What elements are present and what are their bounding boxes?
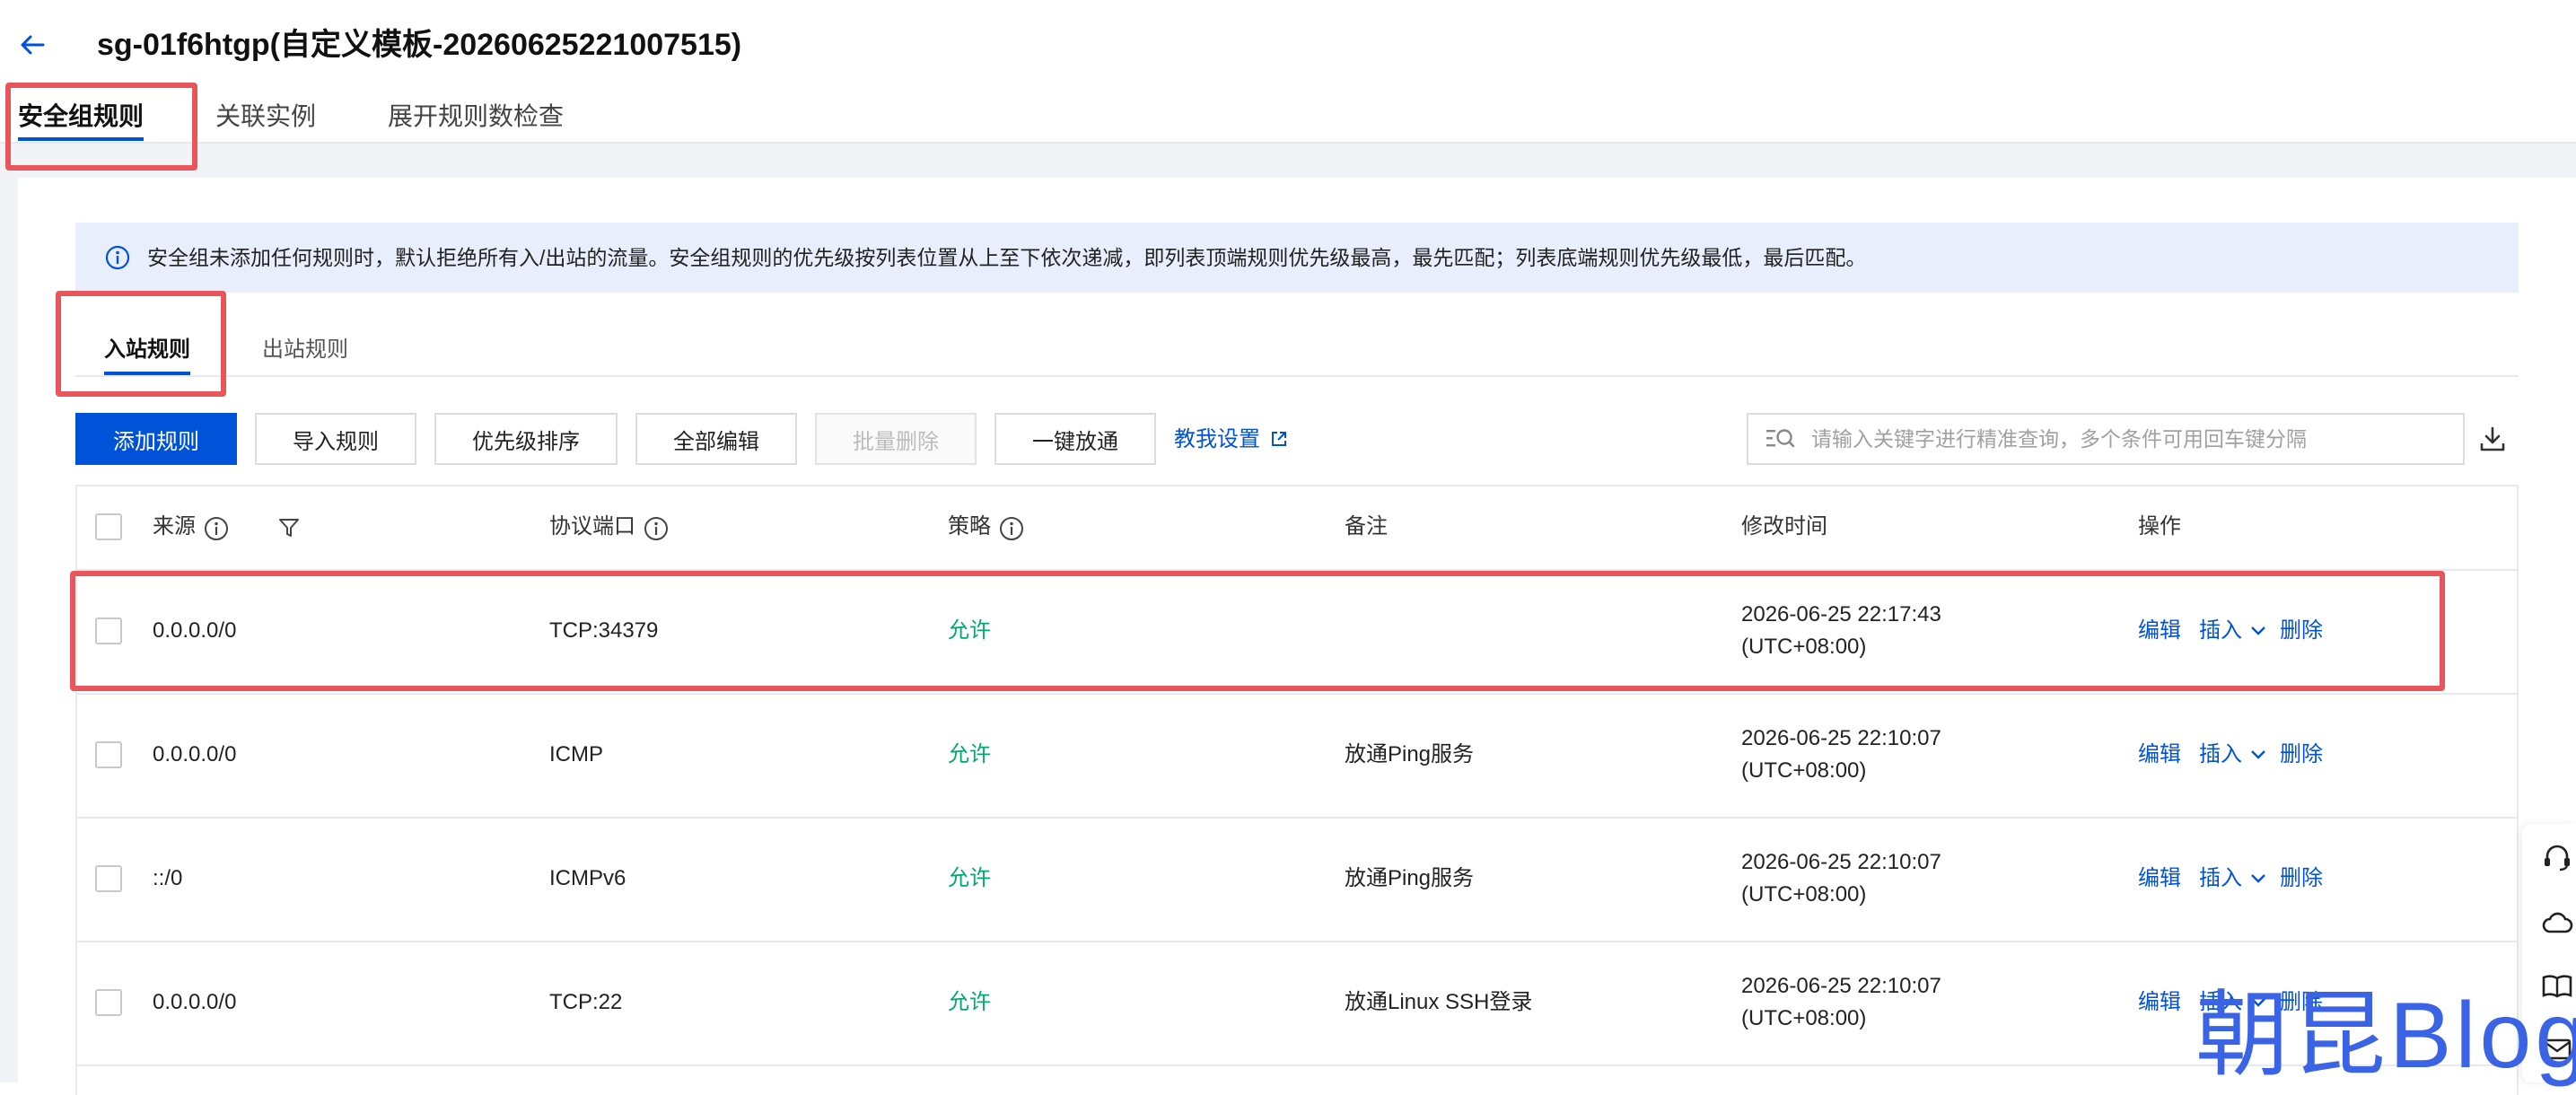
watermark-text: 朝昆Blog [2195, 984, 2576, 1088]
row-divider [75, 1064, 2519, 1066]
edit-link[interactable]: 编辑 [2138, 740, 2181, 770]
delete-link[interactable]: 删除 [2280, 863, 2323, 894]
column-header-modified-time: 修改时间 [1741, 514, 1827, 539]
tab-security-group-rules[interactable]: 安全组规则 [18, 99, 144, 135]
cell-protocol-port: ICMPv6 [549, 866, 626, 890]
chevron-down-icon[interactable] [2249, 749, 2267, 761]
edit-link[interactable]: 编辑 [2138, 987, 2181, 1018]
help-setup-link[interactable]: 教我设置 [1174, 424, 1260, 456]
edit-link[interactable]: 编辑 [2138, 863, 2181, 894]
cell-source: ::/0 [153, 866, 183, 890]
cell-timezone: (UTC+08:00) [1741, 882, 1867, 907]
cell-protocol-port: TCP:22 [549, 990, 623, 1014]
row-checkbox[interactable] [95, 989, 122, 1016]
column-header-protocol-port: 协议端口 [549, 514, 635, 539]
cell-policy: 允许 [948, 866, 991, 890]
headset-icon[interactable] [2540, 840, 2574, 874]
row-divider [75, 569, 2519, 571]
external-link-icon[interactable] [1269, 429, 1289, 449]
tab-inbound-rules[interactable]: 入站规则 [104, 334, 190, 366]
cell-remark: 放通Linux SSH登录 [1345, 990, 1533, 1014]
search-input[interactable] [1809, 420, 2459, 458]
row-divider [75, 817, 2519, 819]
edit-all-button[interactable]: 全部编辑 [635, 413, 797, 465]
chevron-down-icon[interactable] [2249, 872, 2267, 885]
insert-link[interactable]: 插入 [2199, 863, 2242, 894]
filter-search-icon [1766, 429, 1795, 448]
import-rule-button[interactable]: 导入规则 [255, 413, 416, 465]
cell-remark: 放通Ping服务 [1345, 866, 1475, 890]
cell-policy: 允许 [948, 990, 991, 1014]
filter-icon[interactable] [276, 515, 302, 540]
cell-time: 2026-06-25 22:17:43 [1741, 602, 1941, 626]
edit-link[interactable]: 编辑 [2138, 616, 2181, 646]
priority-sort-button[interactable]: 优先级排序 [434, 413, 618, 465]
column-header-actions: 操作 [2138, 514, 2181, 539]
one-click-open-button[interactable]: 一键放通 [994, 413, 1156, 465]
info-circle-icon [105, 245, 130, 270]
row-divider [75, 693, 2519, 695]
insert-link[interactable]: 插入 [2199, 740, 2242, 770]
active-tab-indicator [18, 137, 144, 141]
cell-source: 0.0.0.0/0 [153, 618, 237, 643]
cell-policy: 允许 [948, 618, 991, 643]
cell-protocol-port: ICMP [549, 742, 603, 766]
column-header-source: 来源 [153, 514, 196, 539]
row-checkbox[interactable] [95, 618, 122, 644]
chevron-down-icon[interactable] [2249, 625, 2267, 637]
cell-time: 2026-06-25 22:10:07 [1741, 726, 1941, 750]
column-header-remark: 备注 [1345, 514, 1388, 539]
info-circle-icon[interactable] [203, 515, 230, 542]
download-icon[interactable] [2477, 424, 2508, 454]
row-checkbox[interactable] [95, 741, 122, 768]
subtabs-divider [75, 375, 2519, 377]
alert-text: 安全组未添加任何规则时，默认拒绝所有入/出站的流量。安全组规则的优先级按列表位置… [147, 246, 1867, 269]
info-circle-icon[interactable] [643, 515, 670, 542]
cell-timezone: (UTC+08:00) [1741, 758, 1867, 783]
cell-time: 2026-06-25 22:10:07 [1741, 974, 1941, 998]
tab-expand-rule-check[interactable]: 展开规则数检查 [388, 99, 564, 135]
info-circle-icon[interactable] [998, 515, 1025, 542]
cell-timezone: (UTC+08:00) [1741, 635, 1867, 659]
page-title: sg-01f6htgp(自定义模板-20260625221007515) [97, 28, 742, 62]
delete-link[interactable]: 删除 [2280, 616, 2323, 646]
tab-outbound-rules[interactable]: 出站规则 [262, 334, 348, 366]
cell-source: 0.0.0.0/0 [153, 742, 237, 766]
cell-source: 0.0.0.0/0 [153, 990, 237, 1014]
insert-link[interactable]: 插入 [2199, 616, 2242, 646]
cloud-icon[interactable] [2540, 907, 2574, 941]
tab-associated-instances[interactable]: 关联实例 [215, 99, 316, 135]
cell-remark: 放通Ping服务 [1345, 742, 1475, 766]
add-rule-button[interactable]: 添加规则 [75, 413, 237, 465]
row-divider [75, 941, 2519, 942]
cell-time: 2026-06-25 22:10:07 [1741, 850, 1941, 874]
arrow-left-icon[interactable] [16, 27, 52, 63]
select-all-checkbox[interactable] [95, 513, 122, 540]
batch-delete-button[interactable]: 批量删除 [815, 413, 977, 465]
column-header-policy: 策略 [948, 514, 991, 539]
delete-link[interactable]: 删除 [2280, 740, 2323, 770]
row-checkbox[interactable] [95, 865, 122, 892]
cell-policy: 允许 [948, 742, 991, 766]
cell-timezone: (UTC+08:00) [1741, 1006, 1867, 1030]
cell-protocol-port: TCP:34379 [549, 618, 659, 643]
